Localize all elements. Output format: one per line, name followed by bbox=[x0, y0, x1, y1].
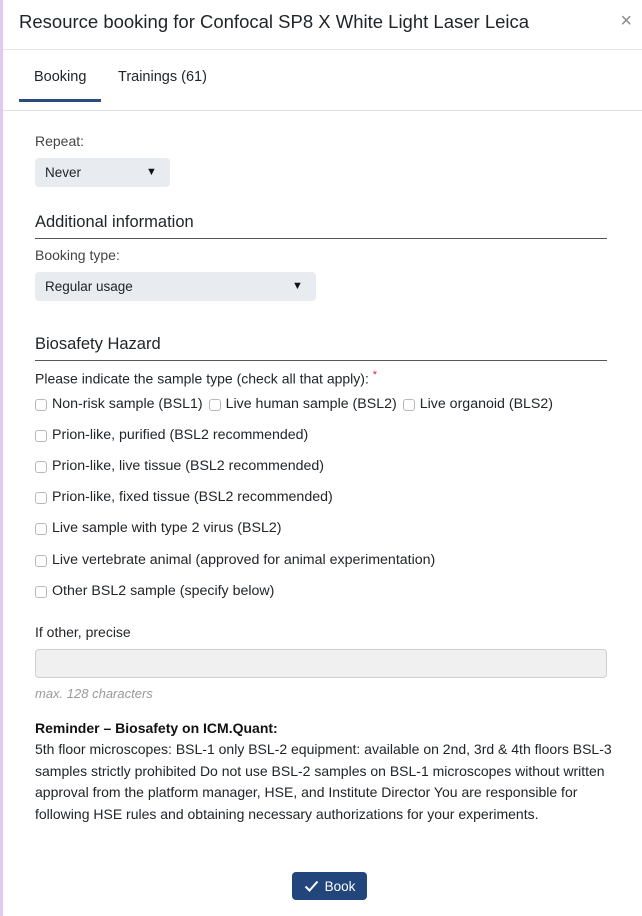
booking-type-label: Booking type: bbox=[35, 247, 120, 263]
checkbox-icon[interactable] bbox=[35, 586, 47, 598]
repeat-select[interactable]: Never ▼ bbox=[35, 158, 170, 187]
checkbox-icon[interactable] bbox=[35, 461, 47, 473]
character-limit-hint: max. 128 characters bbox=[35, 686, 153, 701]
book-button[interactable]: Book bbox=[292, 872, 367, 900]
other-precise-input[interactable] bbox=[35, 649, 607, 678]
close-icon[interactable]: × bbox=[620, 11, 632, 31]
checkbox-label: Other BSL2 sample (specify below) bbox=[52, 583, 275, 599]
checkbox-icon[interactable] bbox=[35, 523, 47, 535]
reminder-body: 5th floor microscopes: BSL-1 only BSL-2 … bbox=[35, 741, 612, 822]
caret-down-icon: ▼ bbox=[292, 280, 303, 292]
checkbox-row: Live sample with type 2 virus (BSL2) bbox=[35, 520, 287, 538]
checkbox-label: Live vertebrate animal (approved for ani… bbox=[52, 552, 436, 568]
checkbox-non-risk[interactable]: Non-risk sample (BSL1) bbox=[35, 396, 203, 412]
booking-modal: Resource booking for Confocal SP8 X Whit… bbox=[3, 0, 642, 916]
checkbox-icon[interactable] bbox=[402, 399, 415, 411]
checkbox-icon[interactable] bbox=[35, 430, 47, 442]
sample-type-question-text: Please indicate the sample type (check a… bbox=[35, 370, 369, 387]
section-divider bbox=[35, 238, 607, 239]
checkbox-type2-virus[interactable]: Live sample with type 2 virus (BSL2) bbox=[35, 520, 281, 536]
section-title-additional-info: Additional information bbox=[35, 213, 194, 231]
checkbox-live-human[interactable]: Live human sample (BSL2) bbox=[208, 396, 397, 412]
checkbox-label: Prion-like, fixed tissue (BSL2 recommend… bbox=[52, 489, 333, 505]
checkbox-icon[interactable] bbox=[35, 399, 47, 411]
modal-header: Resource booking for Confocal SP8 X Whit… bbox=[3, 0, 642, 50]
checkbox-row: Other BSL2 sample (specify below) bbox=[35, 583, 280, 601]
checkbox-icon[interactable] bbox=[208, 399, 221, 411]
checkbox-prion-purified[interactable]: Prion-like, purified (BSL2 recommended) bbox=[35, 427, 308, 443]
repeat-label: Repeat: bbox=[35, 133, 85, 149]
section-divider bbox=[35, 360, 607, 361]
checkbox-row: Non-risk sample (BSL1) Live human sample… bbox=[35, 396, 559, 414]
booking-type-select[interactable]: Regular usage ▼ bbox=[35, 272, 316, 301]
checkbox-prion-fixed-tissue[interactable]: Prion-like, fixed tissue (BSL2 recommend… bbox=[35, 489, 333, 505]
checkbox-other-bsl2[interactable]: Other BSL2 sample (specify below) bbox=[35, 583, 274, 599]
checkbox-row: Prion-like, purified (BSL2 recommended) bbox=[35, 427, 314, 445]
booking-type-select-value: Regular usage bbox=[45, 279, 133, 294]
checkmark-icon bbox=[304, 880, 318, 892]
checkbox-row: Prion-like, live tissue (BSL2 recommende… bbox=[35, 458, 330, 476]
checkbox-label: Non-risk sample (BSL1) bbox=[52, 396, 203, 412]
checkbox-label: Prion-like, live tissue (BSL2 recommende… bbox=[52, 458, 325, 474]
caret-down-icon: ▼ bbox=[146, 166, 157, 178]
checkbox-label: Live human sample (BSL2) bbox=[225, 396, 397, 412]
tab-bar: Booking Trainings (61) bbox=[3, 50, 642, 111]
repeat-select-value: Never bbox=[45, 165, 82, 180]
checkbox-label: Prion-like, purified (BSL2 recommended) bbox=[52, 427, 309, 443]
reminder-title: Reminder – Biosafety on ICM.Quant: bbox=[35, 720, 278, 736]
checkbox-icon[interactable] bbox=[35, 555, 47, 567]
checkbox-label: Live sample with type 2 virus (BSL2) bbox=[52, 520, 282, 536]
other-precise-label: If other, precise bbox=[35, 624, 131, 640]
book-button-label: Book bbox=[324, 878, 356, 894]
sample-type-question: Please indicate the sample type (check a… bbox=[35, 369, 377, 387]
checkbox-row: Prion-like, fixed tissue (BSL2 recommend… bbox=[35, 489, 339, 507]
tab-booking[interactable]: Booking bbox=[34, 69, 86, 85]
active-tab-indicator bbox=[19, 99, 101, 102]
checkbox-live-organoid[interactable]: Live organoid (BLS2) bbox=[402, 396, 554, 412]
tab-trainings[interactable]: Trainings (61) bbox=[118, 69, 207, 85]
checkbox-row: Live vertebrate animal (approved for ani… bbox=[35, 552, 441, 570]
checkbox-live-vertebrate[interactable]: Live vertebrate animal (approved for ani… bbox=[35, 552, 435, 568]
modal-title: Resource booking for Confocal SP8 X Whit… bbox=[19, 11, 530, 32]
checkbox-icon[interactable] bbox=[35, 492, 47, 504]
required-marker: * bbox=[372, 369, 378, 381]
section-title-biosafety: Biosafety Hazard bbox=[35, 335, 161, 353]
checkbox-prion-live-tissue[interactable]: Prion-like, live tissue (BSL2 recommende… bbox=[35, 458, 324, 474]
checkbox-label: Live organoid (BLS2) bbox=[419, 396, 554, 412]
